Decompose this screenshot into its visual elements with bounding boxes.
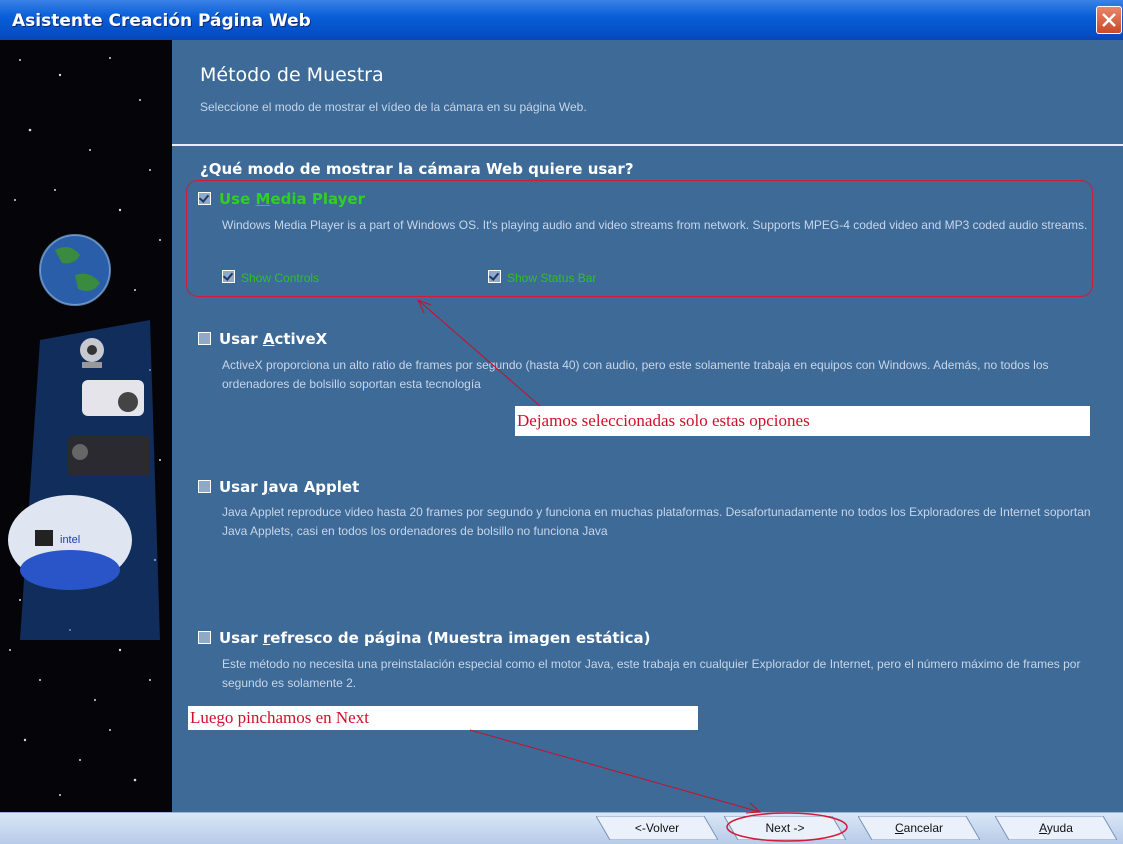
page-refresh-checkbox[interactable] xyxy=(198,631,211,644)
close-icon xyxy=(1102,13,1116,27)
logo-text: intel xyxy=(60,534,80,546)
question-label: ¿Qué modo de mostrar la cámara Web quier… xyxy=(200,160,634,178)
annotation-highlight-box xyxy=(186,180,1093,297)
next-button[interactable]: Next -> xyxy=(724,816,846,840)
java-applet-description: Java Applet reproduce video hasta 20 fra… xyxy=(222,505,1091,538)
page-title: Método de Muestra xyxy=(200,64,384,86)
starfield-webcams-image: intel xyxy=(8,57,161,796)
page-refresh-description: Este método no necesita una preinstalaci… xyxy=(222,657,1081,690)
annotation-note-selection: Dejamos seleccionadas solo estas opcione… xyxy=(515,406,1090,436)
java-applet-checkbox[interactable] xyxy=(198,480,211,493)
annotation-note-next: Luego pinchamos en Next xyxy=(188,706,698,730)
activex-checkbox[interactable] xyxy=(198,332,211,345)
back-button[interactable]: <-Volver xyxy=(596,816,718,840)
help-button[interactable]: Ayuda xyxy=(995,816,1117,840)
option-activex[interactable]: Usar ActiveX xyxy=(198,330,327,348)
title-bar: Asistente Creación Página Web xyxy=(0,0,1123,40)
wizard-side-image: intel xyxy=(0,40,172,812)
option-page-refresh[interactable]: Usar refresco de página (Muestra imagen … xyxy=(198,629,651,647)
window-title: Asistente Creación Página Web xyxy=(12,11,311,31)
activex-description: ActiveX proporciona un alto ratio de fra… xyxy=(222,358,1049,391)
option-java-applet[interactable]: Usar Java Applet xyxy=(198,478,359,496)
close-button[interactable] xyxy=(1096,6,1122,34)
header-divider xyxy=(172,144,1123,146)
cancel-button[interactable]: Cancelar xyxy=(858,816,980,840)
page-subtitle: Seleccione el modo de mostrar el vídeo d… xyxy=(200,100,587,114)
